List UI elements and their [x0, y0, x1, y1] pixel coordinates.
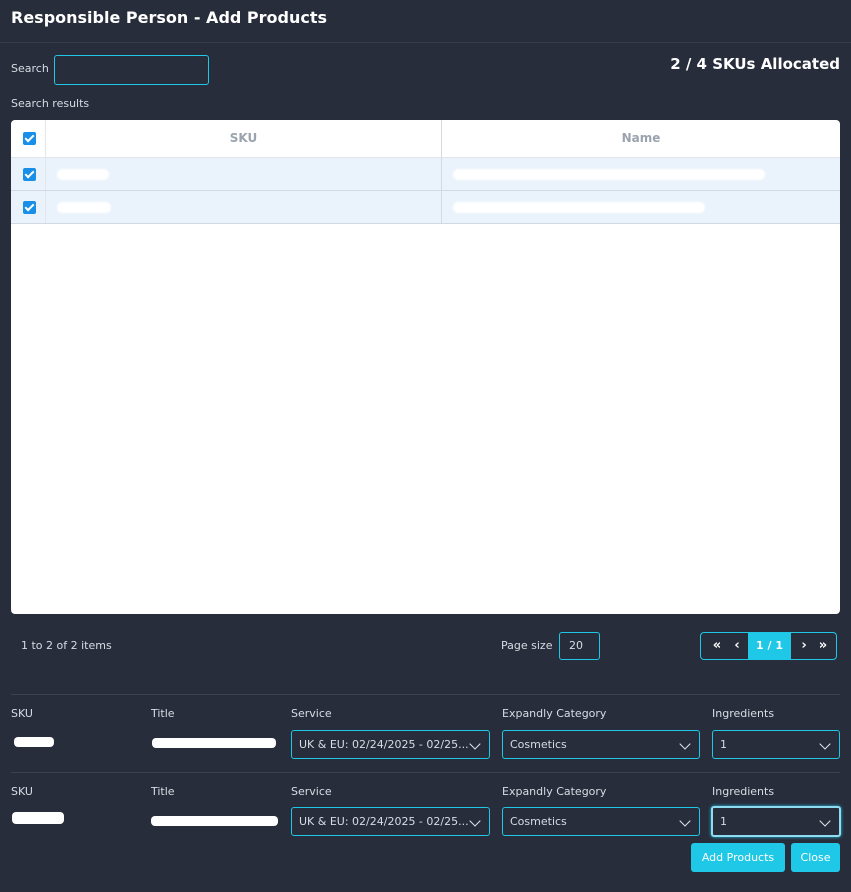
redaction-mark [14, 737, 54, 747]
sku-label: SKU [11, 785, 33, 798]
search-label: Search [11, 62, 49, 75]
sku-allocation-count: 2 / 4 SKUs Allocated [670, 55, 840, 73]
service-label: Service [291, 785, 332, 798]
ingredients-select-value: 1 [720, 815, 727, 828]
row-checkbox[interactable] [23, 201, 36, 214]
column-header-name[interactable]: Name [442, 120, 840, 157]
row-name-cell [442, 158, 840, 190]
redaction-mark [58, 203, 110, 212]
select-all-checkbox[interactable] [23, 132, 36, 145]
title-label: Title [151, 785, 175, 798]
category-select-value: Cosmetics [510, 815, 567, 828]
ingredients-select[interactable]: 1 [711, 806, 841, 837]
redaction-mark [12, 812, 64, 824]
grid-header: SKU Name [11, 120, 840, 158]
close-button[interactable]: Close [791, 843, 840, 872]
chevron-down-icon [469, 738, 481, 750]
redaction-mark [151, 816, 278, 826]
service-select[interactable]: UK & EU: 02/24/2025 - 02/25... [291, 807, 490, 836]
ingredients-select[interactable]: 1 [712, 730, 840, 759]
chevron-down-icon [469, 815, 481, 827]
service-label: Service [291, 707, 332, 720]
results-grid: SKU Name [11, 120, 840, 614]
page-size-label: Page size [501, 639, 553, 652]
column-header-sku[interactable]: SKU [46, 120, 442, 157]
add-products-button[interactable]: Add Products [691, 843, 785, 872]
service-select-value: UK & EU: 02/24/2025 - 02/25... [299, 815, 469, 828]
table-row[interactable] [11, 191, 840, 224]
row-checkbox[interactable] [23, 168, 36, 181]
ingredients-select-value: 1 [720, 738, 727, 751]
ingredients-label: Ingredients [712, 707, 775, 720]
pager: « ‹ 1 / 1 › » [700, 632, 837, 660]
modal-title: Responsible Person - Add Products [11, 8, 328, 27]
first-page-icon[interactable]: « [707, 633, 727, 659]
chevron-down-icon [819, 738, 831, 750]
items-count: 1 to 2 of 2 items [21, 639, 112, 652]
table-row[interactable] [11, 158, 840, 191]
column-header-name-label: Name [621, 131, 661, 145]
row-sku-cell [46, 158, 442, 190]
row-checkbox-cell [11, 158, 46, 190]
sku-label: SKU [11, 707, 33, 720]
search-input[interactable] [54, 55, 209, 85]
category-label: Expandly Category [502, 785, 607, 798]
title-label: Title [151, 707, 175, 720]
service-select-value: UK & EU: 02/24/2025 - 02/25... [299, 738, 469, 751]
next-page-icon[interactable]: › [795, 633, 813, 659]
chevron-down-icon [679, 738, 691, 750]
ingredients-label: Ingredients [712, 785, 775, 798]
redaction-mark [454, 170, 764, 179]
category-select[interactable]: Cosmetics [502, 807, 700, 836]
row-checkbox-cell [11, 191, 46, 223]
previous-page-icon[interactable]: ‹ [727, 633, 747, 659]
category-select[interactable]: Cosmetics [502, 730, 700, 759]
page-size-input[interactable]: 20 [559, 632, 600, 660]
search-results-label: Search results [11, 97, 90, 110]
redaction-mark [152, 738, 276, 748]
divider [11, 694, 840, 695]
column-header-sku-label: SKU [229, 131, 258, 145]
last-page-icon[interactable]: » [813, 633, 833, 659]
divider [11, 772, 840, 773]
row-name-cell [442, 191, 840, 223]
header-checkbox-cell [11, 120, 46, 157]
row-sku-cell [46, 191, 442, 223]
chevron-down-icon [819, 815, 831, 827]
redaction-mark [58, 170, 108, 179]
service-select[interactable]: UK & EU: 02/24/2025 - 02/25... [291, 730, 490, 759]
category-label: Expandly Category [502, 707, 607, 720]
modal-header: Responsible Person - Add Products [0, 0, 851, 43]
redaction-mark [454, 203, 704, 212]
current-page[interactable]: 1 / 1 [748, 633, 791, 659]
category-select-value: Cosmetics [510, 738, 567, 751]
chevron-down-icon [679, 815, 691, 827]
